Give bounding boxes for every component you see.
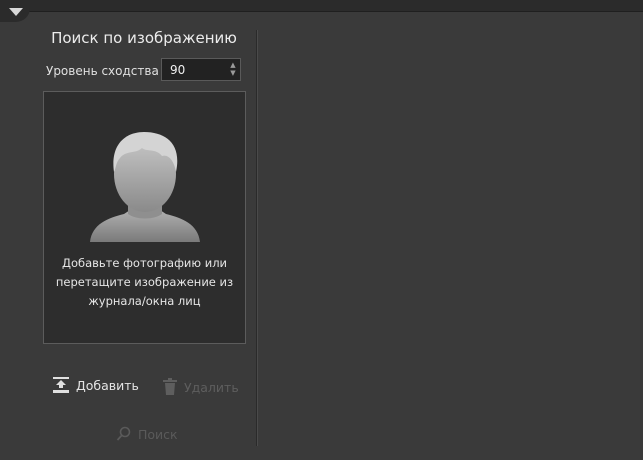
stepper-down-icon[interactable]: ▼ — [228, 69, 238, 78]
top-bar — [0, 0, 643, 12]
search-button-label: Поиск — [138, 426, 178, 442]
similarity-label: Уровень сходства — [46, 64, 159, 78]
upload-icon — [53, 377, 69, 393]
search-icon — [116, 426, 131, 441]
add-button-label: Добавить — [76, 377, 139, 393]
panel-divider[interactable] — [256, 30, 258, 446]
search-button[interactable]: Поиск — [116, 426, 178, 442]
person-silhouette-icon — [90, 132, 200, 242]
trash-icon — [163, 378, 177, 395]
image-dropzone[interactable]: Добавьте фотографию или перетащите изобр… — [43, 91, 246, 344]
similarity-value[interactable]: 90 — [170, 63, 185, 77]
delete-button[interactable]: Удалить — [162, 378, 239, 396]
image-search-panel: Поиск по изображению Уровень сходства 90… — [0, 12, 256, 460]
similarity-stepper[interactable]: 90 ▲ ▼ — [161, 58, 241, 81]
results-area — [259, 13, 643, 460]
delete-button-label: Удалить — [184, 379, 239, 395]
add-button[interactable]: Добавить — [52, 376, 139, 394]
dropzone-instructions: Добавьте фотографию или перетащите изобр… — [55, 256, 234, 308]
panel-title: Поиск по изображению — [51, 29, 237, 47]
